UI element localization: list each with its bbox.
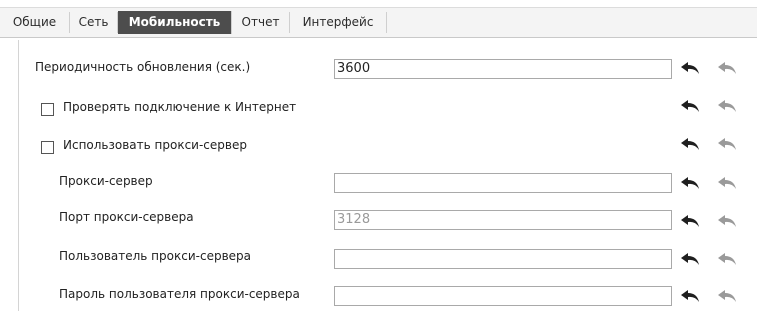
update-period-reset-button[interactable] — [680, 61, 700, 75]
check-internet-default-button[interactable] — [717, 99, 737, 113]
update-period-input[interactable]: 3600 — [334, 59, 672, 79]
proxy-server-label: Прокси-сервер — [59, 174, 153, 188]
proxy-port-reset-button[interactable] — [680, 214, 700, 228]
tab-network[interactable]: Сеть — [70, 12, 118, 33]
proxy-user-input[interactable] — [334, 249, 672, 269]
settings-panel: Периодичность обновления (сек.) 3600 Про… — [18, 40, 757, 311]
undo-arrow-faded-icon — [717, 61, 737, 75]
use-proxy-default-button[interactable] — [717, 137, 737, 151]
undo-arrow-faded-icon — [717, 214, 737, 228]
tab-report[interactable]: Отчет — [232, 12, 290, 33]
tab-bar: Общие Сеть Мобильность Отчет Интерфейс — [0, 7, 757, 38]
update-period-default-button[interactable] — [717, 61, 737, 75]
proxy-password-label: Пароль пользователя прокси-сервера — [59, 287, 300, 301]
undo-arrow-faded-icon — [717, 176, 737, 190]
proxy-password-reset-button[interactable] — [680, 289, 700, 303]
undo-arrow-faded-icon — [717, 252, 737, 266]
use-proxy-reset-button[interactable] — [680, 137, 700, 151]
use-proxy-checkbox[interactable] — [41, 141, 54, 154]
undo-arrow-icon — [680, 61, 700, 75]
undo-arrow-icon — [680, 252, 700, 266]
proxy-port-default-button[interactable] — [717, 214, 737, 228]
proxy-user-default-button[interactable] — [717, 252, 737, 266]
tab-interface[interactable]: Интерфейс — [290, 12, 387, 33]
proxy-user-reset-button[interactable] — [680, 252, 700, 266]
proxy-user-label: Пользователь прокси-сервера — [59, 249, 251, 263]
proxy-server-input[interactable] — [334, 173, 672, 193]
undo-arrow-faded-icon — [717, 137, 737, 151]
check-internet-reset-button[interactable] — [680, 99, 700, 113]
proxy-port-input[interactable]: 3128 — [334, 210, 672, 230]
undo-arrow-faded-icon — [717, 289, 737, 303]
proxy-server-reset-button[interactable] — [680, 176, 700, 190]
check-internet-label: Проверять подключение к Интернет — [63, 100, 297, 114]
use-proxy-label: Использовать прокси-сервер — [63, 138, 247, 152]
tab-general[interactable]: Общие — [0, 12, 70, 33]
undo-arrow-icon — [680, 176, 700, 190]
check-internet-checkbox[interactable] — [41, 103, 54, 116]
undo-arrow-icon — [680, 137, 700, 151]
undo-arrow-icon — [680, 289, 700, 303]
proxy-port-label: Порт прокси-сервера — [59, 210, 194, 224]
undo-arrow-faded-icon — [717, 99, 737, 113]
tab-mobility[interactable]: Мобильность — [118, 11, 232, 34]
proxy-password-default-button[interactable] — [717, 289, 737, 303]
undo-arrow-icon — [680, 214, 700, 228]
proxy-password-input[interactable] — [334, 286, 672, 306]
proxy-server-default-button[interactable] — [717, 176, 737, 190]
undo-arrow-icon — [680, 99, 700, 113]
update-period-label: Периодичность обновления (сек.) — [35, 60, 251, 74]
